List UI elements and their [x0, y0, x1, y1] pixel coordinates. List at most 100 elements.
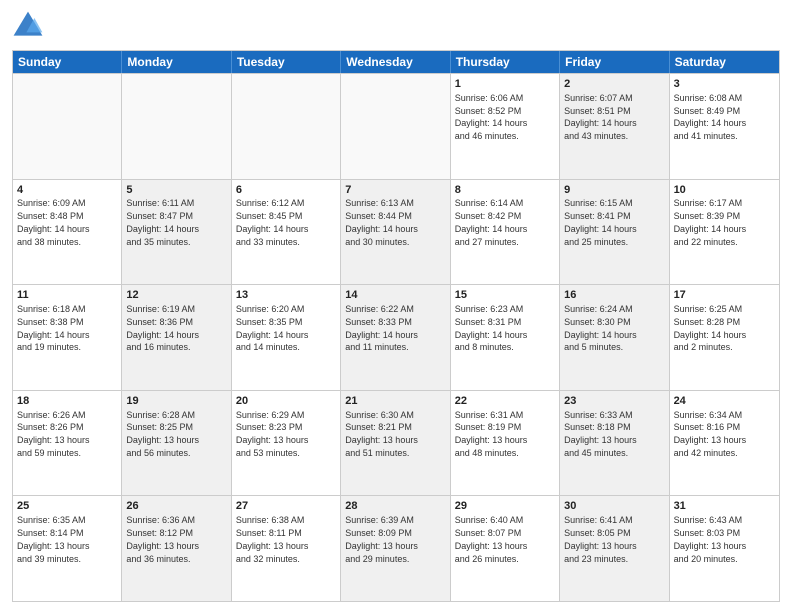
day-cell-22: 22Sunrise: 6:31 AM Sunset: 8:19 PM Dayli… — [451, 391, 560, 496]
day-number: 21 — [345, 394, 445, 409]
day-number: 1 — [455, 77, 555, 92]
header-day-wednesday: Wednesday — [341, 51, 450, 73]
calendar-body: 1Sunrise: 6:06 AM Sunset: 8:52 PM Daylig… — [13, 73, 779, 601]
day-info: Sunrise: 6:24 AM Sunset: 8:30 PM Dayligh… — [564, 304, 637, 352]
day-info: Sunrise: 6:36 AM Sunset: 8:12 PM Dayligh… — [126, 515, 199, 563]
day-number: 14 — [345, 288, 445, 303]
day-cell-26: 26Sunrise: 6:36 AM Sunset: 8:12 PM Dayli… — [122, 496, 231, 601]
page: SundayMondayTuesdayWednesdayThursdayFrid… — [0, 0, 792, 612]
day-cell-3: 3Sunrise: 6:08 AM Sunset: 8:49 PM Daylig… — [670, 74, 779, 179]
day-info: Sunrise: 6:25 AM Sunset: 8:28 PM Dayligh… — [674, 304, 747, 352]
day-info: Sunrise: 6:26 AM Sunset: 8:26 PM Dayligh… — [17, 410, 90, 458]
day-info: Sunrise: 6:34 AM Sunset: 8:16 PM Dayligh… — [674, 410, 747, 458]
day-cell-30: 30Sunrise: 6:41 AM Sunset: 8:05 PM Dayli… — [560, 496, 669, 601]
day-info: Sunrise: 6:29 AM Sunset: 8:23 PM Dayligh… — [236, 410, 309, 458]
day-number: 16 — [564, 288, 664, 303]
day-number: 20 — [236, 394, 336, 409]
day-number: 26 — [126, 499, 226, 514]
header-day-sunday: Sunday — [13, 51, 122, 73]
day-info: Sunrise: 6:31 AM Sunset: 8:19 PM Dayligh… — [455, 410, 528, 458]
day-cell-14: 14Sunrise: 6:22 AM Sunset: 8:33 PM Dayli… — [341, 285, 450, 390]
day-info: Sunrise: 6:43 AM Sunset: 8:03 PM Dayligh… — [674, 515, 747, 563]
day-info: Sunrise: 6:17 AM Sunset: 8:39 PM Dayligh… — [674, 198, 747, 246]
day-number: 15 — [455, 288, 555, 303]
day-info: Sunrise: 6:22 AM Sunset: 8:33 PM Dayligh… — [345, 304, 418, 352]
logo — [12, 10, 48, 42]
day-cell-31: 31Sunrise: 6:43 AM Sunset: 8:03 PM Dayli… — [670, 496, 779, 601]
day-cell-2: 2Sunrise: 6:07 AM Sunset: 8:51 PM Daylig… — [560, 74, 669, 179]
day-cell-17: 17Sunrise: 6:25 AM Sunset: 8:28 PM Dayli… — [670, 285, 779, 390]
header — [12, 10, 780, 42]
header-day-friday: Friday — [560, 51, 669, 73]
day-number: 4 — [17, 183, 117, 198]
day-number: 25 — [17, 499, 117, 514]
day-cell-29: 29Sunrise: 6:40 AM Sunset: 8:07 PM Dayli… — [451, 496, 560, 601]
day-cell-16: 16Sunrise: 6:24 AM Sunset: 8:30 PM Dayli… — [560, 285, 669, 390]
day-number: 13 — [236, 288, 336, 303]
day-number: 11 — [17, 288, 117, 303]
day-info: Sunrise: 6:08 AM Sunset: 8:49 PM Dayligh… — [674, 93, 747, 141]
day-number: 23 — [564, 394, 664, 409]
day-cell-28: 28Sunrise: 6:39 AM Sunset: 8:09 PM Dayli… — [341, 496, 450, 601]
day-cell-11: 11Sunrise: 6:18 AM Sunset: 8:38 PM Dayli… — [13, 285, 122, 390]
day-number: 12 — [126, 288, 226, 303]
header-day-saturday: Saturday — [670, 51, 779, 73]
day-cell-18: 18Sunrise: 6:26 AM Sunset: 8:26 PM Dayli… — [13, 391, 122, 496]
day-number: 17 — [674, 288, 775, 303]
day-number: 24 — [674, 394, 775, 409]
day-cell-8: 8Sunrise: 6:14 AM Sunset: 8:42 PM Daylig… — [451, 180, 560, 285]
day-cell-7: 7Sunrise: 6:13 AM Sunset: 8:44 PM Daylig… — [341, 180, 450, 285]
day-number: 30 — [564, 499, 664, 514]
day-number: 9 — [564, 183, 664, 198]
day-info: Sunrise: 6:20 AM Sunset: 8:35 PM Dayligh… — [236, 304, 309, 352]
day-number: 28 — [345, 499, 445, 514]
day-info: Sunrise: 6:06 AM Sunset: 8:52 PM Dayligh… — [455, 93, 528, 141]
empty-cell — [341, 74, 450, 179]
day-info: Sunrise: 6:40 AM Sunset: 8:07 PM Dayligh… — [455, 515, 528, 563]
day-number: 31 — [674, 499, 775, 514]
day-number: 3 — [674, 77, 775, 92]
day-cell-25: 25Sunrise: 6:35 AM Sunset: 8:14 PM Dayli… — [13, 496, 122, 601]
day-info: Sunrise: 6:33 AM Sunset: 8:18 PM Dayligh… — [564, 410, 637, 458]
day-info: Sunrise: 6:19 AM Sunset: 8:36 PM Dayligh… — [126, 304, 199, 352]
day-cell-4: 4Sunrise: 6:09 AM Sunset: 8:48 PM Daylig… — [13, 180, 122, 285]
day-info: Sunrise: 6:41 AM Sunset: 8:05 PM Dayligh… — [564, 515, 637, 563]
day-info: Sunrise: 6:30 AM Sunset: 8:21 PM Dayligh… — [345, 410, 418, 458]
day-cell-12: 12Sunrise: 6:19 AM Sunset: 8:36 PM Dayli… — [122, 285, 231, 390]
day-number: 6 — [236, 183, 336, 198]
empty-cell — [13, 74, 122, 179]
day-cell-19: 19Sunrise: 6:28 AM Sunset: 8:25 PM Dayli… — [122, 391, 231, 496]
day-cell-6: 6Sunrise: 6:12 AM Sunset: 8:45 PM Daylig… — [232, 180, 341, 285]
day-cell-20: 20Sunrise: 6:29 AM Sunset: 8:23 PM Dayli… — [232, 391, 341, 496]
day-info: Sunrise: 6:11 AM Sunset: 8:47 PM Dayligh… — [126, 198, 199, 246]
day-info: Sunrise: 6:09 AM Sunset: 8:48 PM Dayligh… — [17, 198, 90, 246]
day-number: 7 — [345, 183, 445, 198]
logo-icon — [12, 10, 44, 42]
day-cell-15: 15Sunrise: 6:23 AM Sunset: 8:31 PM Dayli… — [451, 285, 560, 390]
day-number: 8 — [455, 183, 555, 198]
calendar-row-0: 1Sunrise: 6:06 AM Sunset: 8:52 PM Daylig… — [13, 73, 779, 179]
day-cell-5: 5Sunrise: 6:11 AM Sunset: 8:47 PM Daylig… — [122, 180, 231, 285]
day-number: 5 — [126, 183, 226, 198]
day-info: Sunrise: 6:15 AM Sunset: 8:41 PM Dayligh… — [564, 198, 637, 246]
day-info: Sunrise: 6:12 AM Sunset: 8:45 PM Dayligh… — [236, 198, 309, 246]
day-cell-1: 1Sunrise: 6:06 AM Sunset: 8:52 PM Daylig… — [451, 74, 560, 179]
day-cell-24: 24Sunrise: 6:34 AM Sunset: 8:16 PM Dayli… — [670, 391, 779, 496]
day-info: Sunrise: 6:39 AM Sunset: 8:09 PM Dayligh… — [345, 515, 418, 563]
empty-cell — [122, 74, 231, 179]
day-cell-21: 21Sunrise: 6:30 AM Sunset: 8:21 PM Dayli… — [341, 391, 450, 496]
day-cell-27: 27Sunrise: 6:38 AM Sunset: 8:11 PM Dayli… — [232, 496, 341, 601]
header-day-thursday: Thursday — [451, 51, 560, 73]
day-info: Sunrise: 6:14 AM Sunset: 8:42 PM Dayligh… — [455, 198, 528, 246]
day-number: 10 — [674, 183, 775, 198]
day-number: 29 — [455, 499, 555, 514]
day-number: 27 — [236, 499, 336, 514]
calendar-row-4: 25Sunrise: 6:35 AM Sunset: 8:14 PM Dayli… — [13, 495, 779, 601]
day-info: Sunrise: 6:18 AM Sunset: 8:38 PM Dayligh… — [17, 304, 90, 352]
day-info: Sunrise: 6:38 AM Sunset: 8:11 PM Dayligh… — [236, 515, 309, 563]
day-number: 18 — [17, 394, 117, 409]
header-day-tuesday: Tuesday — [232, 51, 341, 73]
day-info: Sunrise: 6:35 AM Sunset: 8:14 PM Dayligh… — [17, 515, 90, 563]
calendar: SundayMondayTuesdayWednesdayThursdayFrid… — [12, 50, 780, 602]
calendar-row-2: 11Sunrise: 6:18 AM Sunset: 8:38 PM Dayli… — [13, 284, 779, 390]
